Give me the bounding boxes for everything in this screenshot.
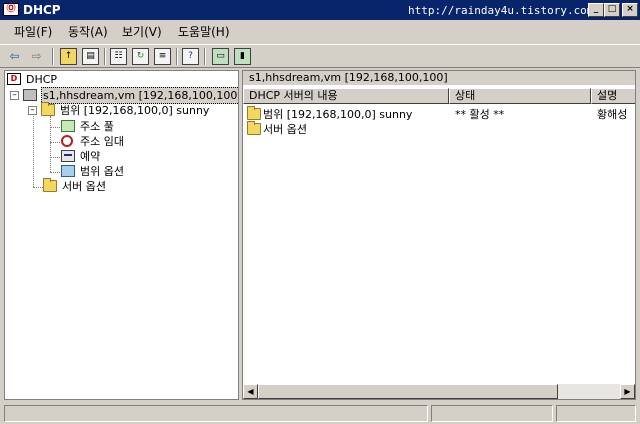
toolbar-separator [104,48,106,65]
address-pool-icon [61,120,75,132]
show-hide-tree-icon[interactable]: ▤ [82,48,99,65]
tree-connector [50,157,60,158]
status-bar [0,403,640,424]
status-panel [431,405,553,422]
server-options-folder-icon [43,178,57,192]
list-item-description: 황해성 [597,108,628,121]
tree-label: 주소 풀 [80,120,114,133]
tree-label: 주소 임대 [80,135,124,148]
dhcp-icon: D [7,73,21,85]
toolbar-separator [204,48,206,65]
scroll-right-arrow-icon[interactable]: ▶ [620,384,635,399]
server-icon [23,89,37,101]
server-options-folder-icon [247,121,261,135]
details-title: s1,hhsdream,vm [192,168,100,100] [243,71,635,86]
console-tree[interactable]: D DHCP – s1,hhsdream,vm [192,168,100,100… [4,70,239,400]
close-button[interactable]: × [622,3,638,17]
tree-connector [50,127,60,128]
maximize-button[interactable]: □ [604,3,620,17]
status-panel-main [4,405,428,422]
list-item[interactable]: 범위 [192,168,100,0] sunny ** 활성 ** 황해성 [243,106,635,122]
scroll-left-arrow-icon[interactable]: ◀ [243,384,258,399]
back-icon[interactable]: ⇦ [6,48,23,65]
reservations-icon [61,150,75,162]
toolbar-separator [176,48,178,65]
minimize-button[interactable]: _ [588,3,604,17]
tree-label: 범위 [192,168,100,0] sunny [60,104,210,117]
window-title: DHCP [23,3,61,17]
scope-options-icon [61,165,75,177]
tree-connector [50,116,51,172]
menu-action[interactable]: 동작(A) [68,24,108,40]
menu-help[interactable]: 도움말(H) [178,24,230,40]
folder-icon [41,102,55,116]
monitor-icon[interactable]: ▭ [212,48,229,65]
watermark-url: http://rainday4u.tistory.com [408,4,594,17]
list-item-name: 범위 [192,168,100,0] sunny [263,108,413,121]
menu-file[interactable]: 파일(F) [14,24,52,40]
server-monitor-icon[interactable]: ▮ [234,48,251,65]
tree-connector [33,187,43,188]
scope-folder-icon [247,106,261,120]
tree-label: s1,hhsdream,vm [192,168,100,100] [41,87,238,104]
menu-view[interactable]: 보기(V) [122,24,162,40]
tree-label: 범위 옵션 [80,165,124,178]
scroll-thumb[interactable] [258,384,558,399]
list-item-name: 서버 옵션 [263,123,307,136]
dhcp-app-icon: Ⓞ [3,3,19,16]
tree-connector [50,172,60,173]
help-icon[interactable]: ? [182,48,199,65]
tree-label: 서버 옵션 [62,180,106,193]
properties-icon[interactable]: ☷ [110,48,127,65]
tree-connector [50,142,60,143]
column-header-description[interactable]: 설명 [591,88,635,104]
toolbar-separator [52,48,54,65]
status-panel [556,405,636,422]
horizontal-scrollbar[interactable]: ◀ ▶ [243,384,635,399]
collapse-toggle[interactable]: – [28,106,37,115]
list-item-status: ** 활성 ** [455,108,505,121]
tree-connector [33,107,34,187]
export-list-icon[interactable]: ≡ [154,48,171,65]
tree-label: DHCP [26,73,58,86]
list-item[interactable]: 서버 옵션 [243,121,635,137]
tree-label: 예약 [80,150,101,163]
details-pane[interactable]: s1,hhsdream,vm [192,168,100,100] DHCP 서버… [242,70,636,400]
menu-bar: 파일(F) 동작(A) 보기(V) 도움말(H) [0,21,640,43]
refresh-icon[interactable]: ↻ [132,48,149,65]
title-bar[interactable]: Ⓞ DHCP http://rainday4u.tistory.com _ □ … [0,0,640,20]
column-header-contents[interactable]: DHCP 서버의 내용 [243,88,449,104]
lease-clock-icon [61,135,73,147]
forward-icon[interactable]: ⇨ [28,48,45,65]
column-header-status[interactable]: 상태 [449,88,591,104]
up-folder-icon[interactable]: ↑ [60,48,77,65]
toolbar: ⇦ ⇨ ↑ ▤ ☷ ↻ ≡ ? ▭ ▮ [0,44,640,68]
collapse-toggle[interactable]: – [10,91,19,100]
